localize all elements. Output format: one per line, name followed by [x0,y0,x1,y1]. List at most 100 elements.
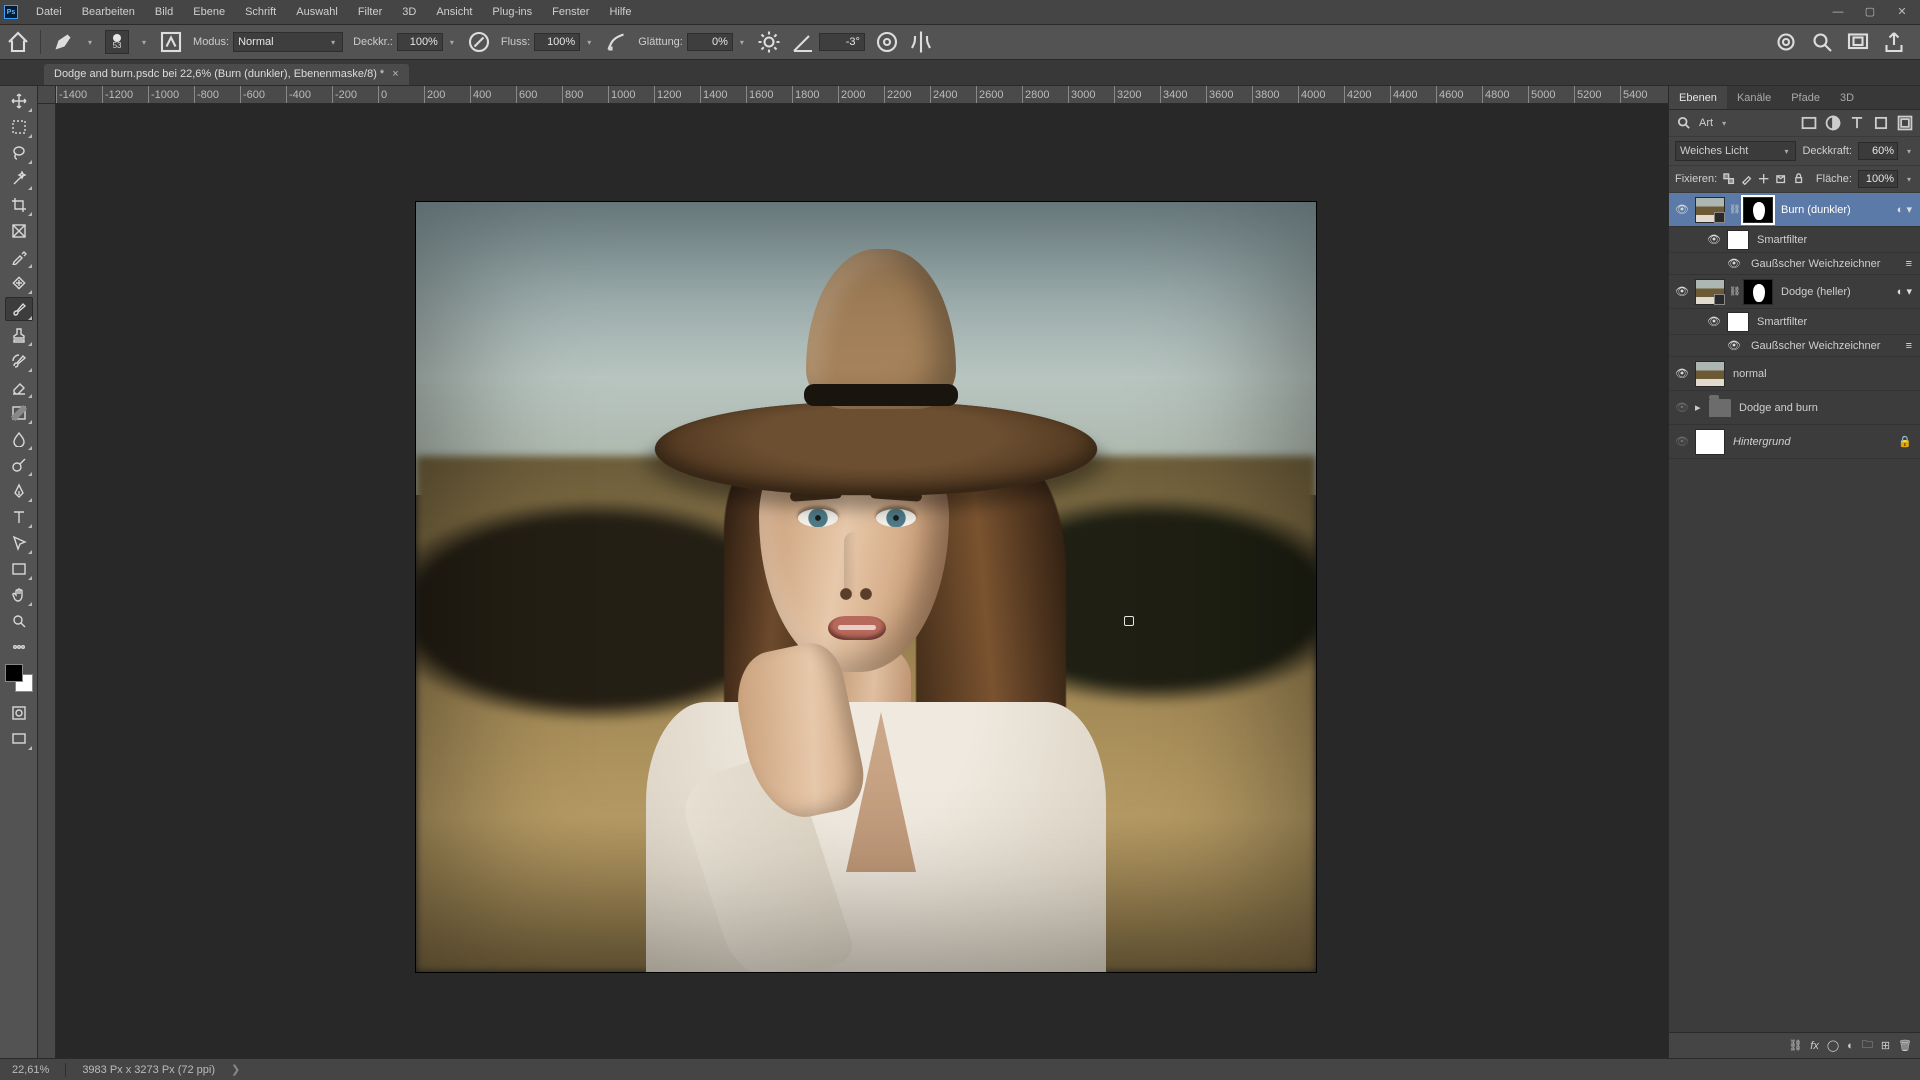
quickmask-icon[interactable] [5,701,33,725]
filter-options-icon[interactable]: ≡ [1906,340,1916,352]
brush-panel-icon[interactable] [159,30,183,54]
layer-name[interactable]: Dodge (heller) [1777,286,1893,298]
document-canvas[interactable] [416,202,1316,972]
visibility-toggle[interactable]: 👁 [1673,367,1691,380]
share-icon[interactable] [1882,30,1906,54]
pressure-opacity-icon[interactable] [467,30,491,54]
menu-schrift[interactable]: Schrift [235,0,286,24]
layer-burn-smartfilters[interactable]: 👁 Smartfilter [1669,227,1920,253]
lock-icon[interactable]: 🔒 [1898,435,1916,448]
path-select-tool[interactable] [5,531,33,555]
layer-thumb[interactable] [1695,361,1725,387]
new-layer-icon[interactable]: ⊞ [1881,1039,1890,1052]
layer-mask-thumb[interactable] [1743,197,1773,223]
search-icon[interactable] [1810,30,1834,54]
smoothing-chevron-icon[interactable]: ▾ [737,38,747,47]
delete-layer-icon[interactable]: 🗑 [1898,1039,1912,1052]
frame-tool[interactable] [5,219,33,243]
layer-mask-thumb[interactable] [1743,279,1773,305]
lasso-tool[interactable] [5,141,33,165]
cloud-docs-icon[interactable] [1774,30,1798,54]
layer-name[interactable]: Burn (dunkler) [1777,204,1893,216]
visibility-toggle[interactable]: 👁 [1705,233,1723,246]
menu-hilfe[interactable]: Hilfe [599,0,641,24]
foreground-color[interactable] [5,664,23,682]
add-mask-icon[interactable]: ◯ [1827,1039,1839,1052]
layer-dodge-smartfilters[interactable]: 👁 Smartfilter [1669,309,1920,335]
visibility-toggle[interactable]: 👁 [1673,401,1691,414]
layer-fx-icon[interactable]: fx [1810,1040,1819,1052]
hand-tool[interactable] [5,583,33,607]
fill-input[interactable] [1858,170,1898,188]
ruler-vertical[interactable] [38,104,56,1058]
visibility-toggle[interactable]: 👁 [1673,203,1691,216]
dodge-tool[interactable] [5,453,33,477]
maximize-button[interactable]: ▢ [1856,0,1884,24]
flow-input[interactable] [534,33,580,51]
gradient-tool[interactable] [5,401,33,425]
visibility-toggle[interactable]: 👁 [1705,315,1723,328]
rectangle-tool[interactable] [5,557,33,581]
wand-tool[interactable] [5,167,33,191]
tool-preset-icon[interactable] [51,30,75,54]
new-group-icon[interactable]: 🗀 [1862,1036,1873,1055]
filter-name[interactable]: Gaußscher Weichzeichner [1747,340,1902,352]
layer-thumb[interactable] [1695,279,1725,305]
menu-bild[interactable]: Bild [145,0,183,24]
tab-ebenen[interactable]: Ebenen [1669,86,1727,109]
menu-ebene[interactable]: Ebene [183,0,235,24]
layer-name[interactable]: Hintergrund [1729,436,1894,448]
tab-pfade[interactable]: Pfade [1781,86,1830,109]
symmetry-icon[interactable] [909,30,933,54]
layer-background[interactable]: 👁 Hintergrund 🔒 [1669,425,1920,459]
filter-smart-icon[interactable] [1896,114,1914,132]
layer-thumb[interactable] [1695,429,1725,455]
document-tab[interactable]: Dodge and burn.psdc bei 22,6% (Burn (dun… [44,64,409,85]
tab-3d[interactable]: 3D [1830,86,1864,109]
lock-position-icon[interactable] [1758,170,1769,188]
stamp-tool[interactable] [5,323,33,347]
opacity-chevron-icon[interactable]: ▾ [447,38,457,47]
layer-burn[interactable]: 👁 ⛓ Burn (dunkler) ◐ ▾ [1669,193,1920,227]
healing-tool[interactable] [5,271,33,295]
opacity-input[interactable] [397,33,443,51]
brush-chevron-icon[interactable]: ▾ [139,38,149,47]
zoom-tool[interactable] [5,609,33,633]
filter-mask-thumb[interactable] [1727,312,1749,332]
filter-type-icon[interactable] [1848,114,1866,132]
link-icon[interactable]: ⛓ [1729,204,1739,215]
airbrush-icon[interactable] [604,30,628,54]
filter-toggle-icon[interactable]: ◐ ▾ [1897,285,1916,298]
brush-preview[interactable]: 53 [105,30,129,54]
canvas-stage[interactable] [56,104,1668,1058]
filter-toggle-icon[interactable]: ◐ ▾ [1897,203,1916,216]
blend-mode-select[interactable]: Weiches Licht▾ [1675,141,1796,161]
status-chevron-icon[interactable]: ❯ [231,1063,240,1076]
menu-fenster[interactable]: Fenster [542,0,599,24]
layer-thumb[interactable] [1695,197,1725,223]
eyedropper-tool[interactable] [5,245,33,269]
menu-filter[interactable]: Filter [348,0,392,24]
ruler-horizontal[interactable]: -1400-1200-1000-800-600-400-200020040060… [56,86,1668,104]
menu-auswahl[interactable]: Auswahl [286,0,348,24]
modus-select[interactable]: Normal▾ [233,32,343,52]
new-adjustment-icon[interactable]: ◐ [1847,1040,1854,1052]
smoothing-options-icon[interactable] [757,30,781,54]
filter-adjust-icon[interactable] [1824,114,1842,132]
layer-group-dodgeburn[interactable]: 👁 ▸ Dodge and burn [1669,391,1920,425]
zoom-level[interactable]: 22,61% [12,1064,49,1076]
tab-kanaele[interactable]: Kanäle [1727,86,1781,109]
menu-ansicht[interactable]: Ansicht [426,0,482,24]
menu-3d[interactable]: 3D [392,0,426,24]
filter-mask-thumb[interactable] [1727,230,1749,250]
tool-preset-chevron-icon[interactable]: ▾ [85,38,95,47]
menu-bearbeiten[interactable]: Bearbeiten [72,0,145,24]
color-swatches[interactable] [5,664,33,692]
pressure-size-icon[interactable] [875,30,899,54]
fill-chevron-icon[interactable]: ▾ [1904,175,1914,184]
flow-chevron-icon[interactable]: ▾ [584,38,594,47]
visibility-toggle[interactable]: 👁 [1725,339,1743,352]
link-layers-icon[interactable]: ⛓ [1788,1039,1802,1052]
visibility-toggle[interactable]: 👁 [1725,257,1743,270]
angle-input[interactable] [819,33,865,51]
